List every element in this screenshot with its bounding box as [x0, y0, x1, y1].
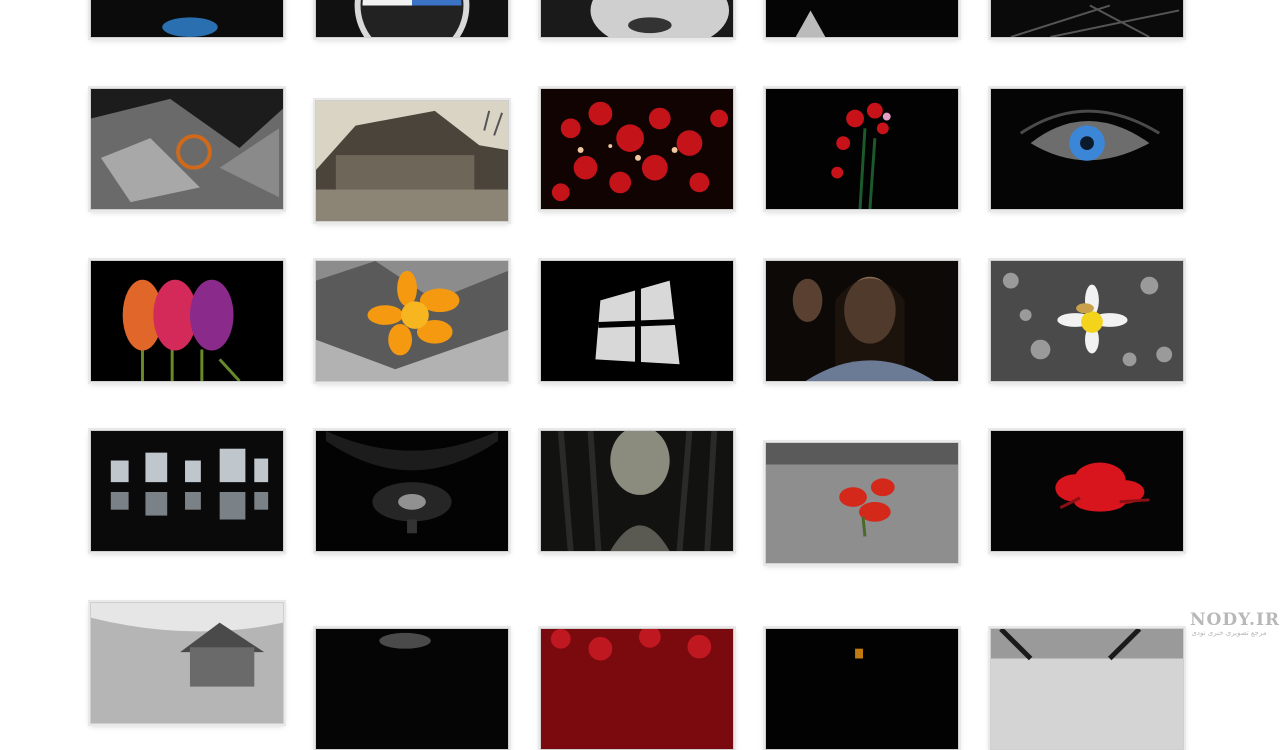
- gallery-thumbnail[interactable]: [540, 260, 734, 382]
- gallery-thumbnail[interactable]: [765, 88, 959, 210]
- gallery-thumbnail[interactable]: [90, 0, 284, 38]
- gallery-thumbnail[interactable]: [765, 0, 959, 38]
- gallery-thumbnail[interactable]: [90, 88, 284, 210]
- gallery-thumbnail[interactable]: [315, 628, 509, 750]
- gallery-thumbnail[interactable]: [540, 430, 734, 552]
- gallery-thumbnail[interactable]: [90, 260, 284, 382]
- gallery-thumbnail[interactable]: [765, 628, 959, 750]
- gallery-thumbnail[interactable]: [315, 260, 509, 382]
- gallery-thumbnail[interactable]: [990, 88, 1184, 210]
- site-watermark: NODY.IR مرجع تصویری خبری نودی: [1190, 610, 1280, 646]
- gallery-thumbnail[interactable]: [540, 88, 734, 210]
- gallery-thumbnail[interactable]: [315, 100, 509, 222]
- gallery-thumbnail[interactable]: [990, 430, 1184, 552]
- gallery-thumbnail[interactable]: [315, 0, 509, 38]
- gallery-thumbnail[interactable]: [315, 430, 509, 552]
- gallery-thumbnail[interactable]: [540, 0, 734, 38]
- gallery-thumbnail[interactable]: [990, 0, 1184, 38]
- image-gallery: [0, 0, 1280, 750]
- gallery-thumbnail[interactable]: [990, 628, 1184, 750]
- gallery-thumbnail[interactable]: [765, 260, 959, 382]
- watermark-subline: مرجع تصویری خبری نودی: [1191, 629, 1267, 637]
- gallery-thumbnail[interactable]: [90, 430, 284, 552]
- watermark-logo: NODY.IR: [1190, 610, 1280, 630]
- gallery-thumbnail[interactable]: [765, 442, 959, 564]
- gallery-thumbnail[interactable]: [540, 628, 734, 750]
- gallery-thumbnail[interactable]: [990, 260, 1184, 382]
- gallery-thumbnail[interactable]: [90, 602, 284, 724]
